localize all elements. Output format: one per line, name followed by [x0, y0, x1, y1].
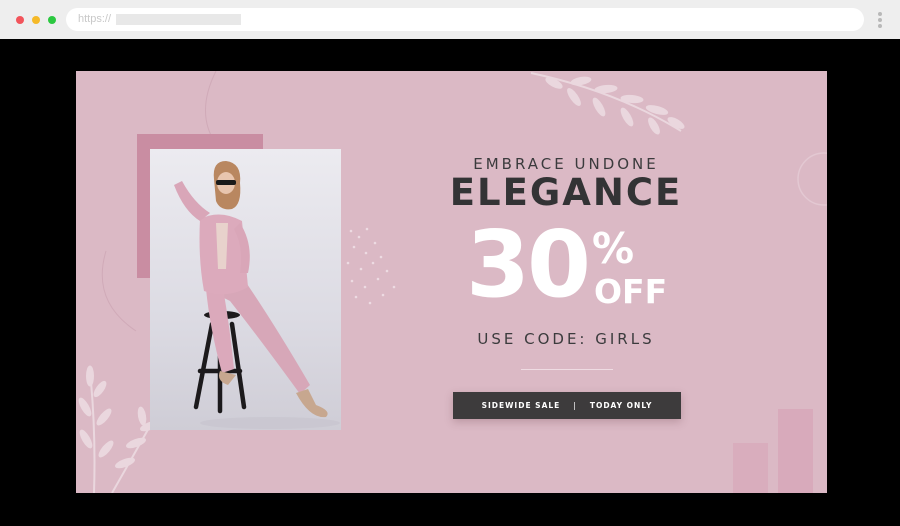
leaf-branch-top-icon: [530, 72, 685, 135]
discount-percent-sign: %: [592, 224, 635, 273]
sale-label: SIDEWIDE SALE: [481, 401, 561, 410]
decorative-curve: [205, 71, 217, 142]
discount-off-label: OFF: [594, 272, 668, 311]
promo-code-text: USE CODE: GIRLS: [477, 330, 655, 348]
browser-toolbar: https://: [0, 0, 900, 39]
decorative-ring: [797, 152, 827, 206]
discount-number: 30: [466, 211, 591, 318]
close-window-dot[interactable]: [16, 16, 24, 24]
promo-banner: EMBRACE UNDONE ELEGANCE 30 % OFF USE COD…: [76, 71, 827, 493]
decorative-block: [733, 443, 768, 493]
url-prefix: https://: [78, 13, 112, 25]
url-text-placeholder: [116, 14, 241, 25]
browser-menu-icon[interactable]: [877, 12, 883, 30]
address-bar[interactable]: https://: [66, 8, 864, 31]
model-illustration: [174, 161, 340, 429]
sale-timing-label: TODAY ONLY: [589, 401, 653, 410]
model-photo: [150, 149, 341, 430]
maximize-window-dot[interactable]: [48, 16, 56, 24]
banner-title: ELEGANCE: [449, 171, 683, 214]
sale-separator: |: [573, 401, 577, 410]
decorative-block: [778, 409, 813, 493]
minimize-window-dot[interactable]: [32, 16, 40, 24]
banner-divider: [521, 369, 613, 370]
decorative-curve: [101, 250, 137, 332]
sale-button[interactable]: SIDEWIDE SALE | TODAY ONLY: [453, 392, 681, 419]
dot-pattern: [346, 227, 396, 305]
